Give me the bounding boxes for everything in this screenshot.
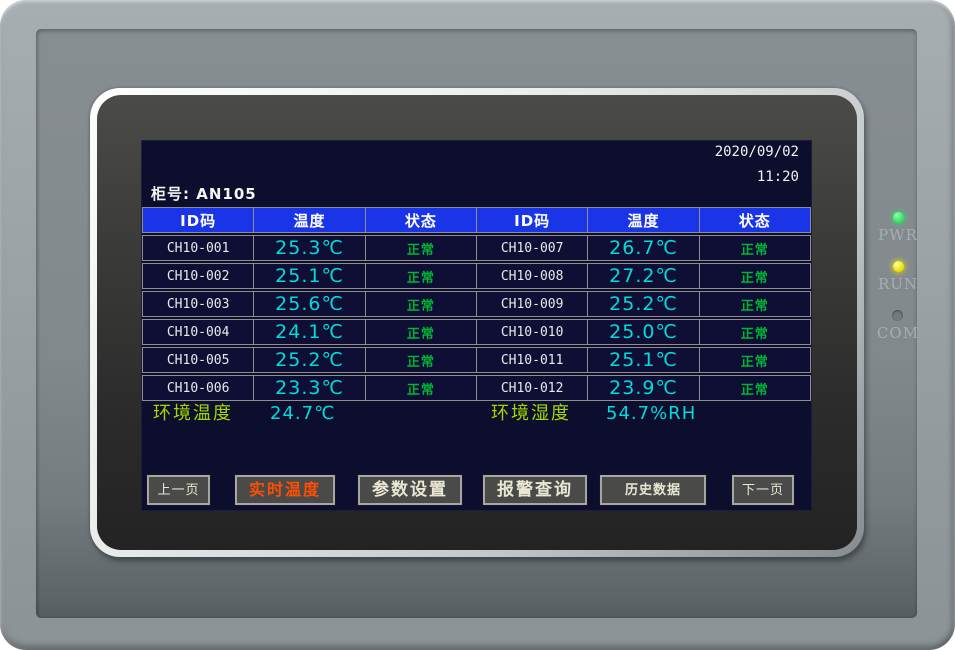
channel-id: CH10-001 xyxy=(143,236,253,260)
status-value: 正常 xyxy=(365,292,476,316)
table-row: CH10-00225.1℃正常CH10-00827.2℃正常 xyxy=(142,263,811,289)
channel-id: CH10-008 xyxy=(476,264,587,288)
led-com-label: COM xyxy=(877,324,919,342)
column-header: 状态 xyxy=(699,208,810,232)
status-value: 正常 xyxy=(699,292,810,316)
temperature-value: 25.0℃ xyxy=(587,320,698,344)
channel-id: CH10-009 xyxy=(476,292,587,316)
status-value: 正常 xyxy=(365,320,476,344)
date-display: 2020/09/02 xyxy=(715,144,799,160)
temperature-value: 25.1℃ xyxy=(587,348,698,372)
led-indicator-column: PWR RUN COM xyxy=(869,212,927,359)
lcd-display: 2020/09/02 11:20 柜号: AN105 ID码温度状态ID码温度状… xyxy=(142,141,811,510)
status-value: 正常 xyxy=(365,264,476,288)
channel-id: CH10-012 xyxy=(476,376,587,400)
channel-id: CH10-011 xyxy=(476,348,587,372)
device-front-panel: 2020/09/02 11:20 柜号: AN105 ID码温度状态ID码温度状… xyxy=(36,29,917,618)
temperature-value: 23.3℃ xyxy=(253,376,364,400)
channel-id: CH10-003 xyxy=(143,292,253,316)
ambient-readings: 环境温度 24.7℃ 环境湿度 54.7%RH xyxy=(142,399,811,429)
channel-id: CH10-005 xyxy=(143,348,253,372)
channel-id: CH10-010 xyxy=(476,320,587,344)
status-value: 正常 xyxy=(365,348,476,372)
status-value: 正常 xyxy=(699,264,810,288)
temperature-value: 23.9℃ xyxy=(587,376,698,400)
pwr-led xyxy=(893,212,904,223)
channel-id: CH10-006 xyxy=(143,376,253,400)
status-value: 正常 xyxy=(365,236,476,260)
cabinet-label: 柜号: AN105 xyxy=(151,183,257,204)
table-row: CH10-00525.2℃正常CH10-01125.1℃正常 xyxy=(142,347,811,373)
temperature-value: 24.1℃ xyxy=(253,320,364,344)
com-led xyxy=(892,310,903,321)
ambient-temp-value: 24.7℃ xyxy=(270,399,335,429)
clock: 2020/09/02 11:20 xyxy=(715,144,799,185)
table-row: CH10-00325.6℃正常CH10-00925.2℃正常 xyxy=(142,291,811,317)
led-pwr-label: PWR xyxy=(878,226,918,244)
channel-id: CH10-004 xyxy=(143,320,253,344)
nav-button-param-settings[interactable]: 参数设置 xyxy=(358,475,462,505)
nav-button-row: 上一页实时温度参数设置报警查询历史数据下一页 xyxy=(142,475,811,506)
ambient-temp-label: 环境温度 xyxy=(153,399,233,429)
channel-id: CH10-002 xyxy=(143,264,253,288)
led-run-group: RUN xyxy=(878,261,918,293)
status-value: 正常 xyxy=(699,348,810,372)
table-header-row: ID码温度状态ID码温度状态 xyxy=(142,207,811,233)
temperature-value: 25.6℃ xyxy=(253,292,364,316)
run-led xyxy=(893,261,904,272)
status-value: 正常 xyxy=(699,320,810,344)
status-value: 正常 xyxy=(699,376,810,400)
table-row: CH10-00125.3℃正常CH10-00726.7℃正常 xyxy=(142,235,811,261)
temperature-value: 26.7℃ xyxy=(587,236,698,260)
ambient-humidity-label: 环境湿度 xyxy=(491,399,571,429)
led-run-label: RUN xyxy=(878,275,918,293)
temperature-value: 25.2℃ xyxy=(253,348,364,372)
ambient-humidity-value: 54.7%RH xyxy=(606,399,696,429)
hmi-panel-device: 2020/09/02 11:20 柜号: AN105 ID码温度状态ID码温度状… xyxy=(0,0,955,650)
nav-button-history-data[interactable]: 历史数据 xyxy=(600,475,706,505)
column-header: 温度 xyxy=(587,208,698,232)
column-header: 温度 xyxy=(253,208,364,232)
screen-glass-surround: 2020/09/02 11:20 柜号: AN105 ID码温度状态ID码温度状… xyxy=(97,95,857,550)
nav-button-next-page[interactable]: 下一页 xyxy=(732,475,794,505)
channel-id: CH10-007 xyxy=(476,236,587,260)
temperature-value: 25.1℃ xyxy=(253,264,364,288)
table-row: CH10-00623.3℃正常CH10-01223.9℃正常 xyxy=(142,375,811,401)
nav-button-realtime-temp[interactable]: 实时温度 xyxy=(235,475,335,505)
temperature-table: ID码温度状态ID码温度状态CH10-00125.3℃正常CH10-00726.… xyxy=(142,207,811,403)
screen-bezel: 2020/09/02 11:20 柜号: AN105 ID码温度状态ID码温度状… xyxy=(90,88,864,557)
nav-button-prev-page[interactable]: 上一页 xyxy=(147,475,210,505)
column-header: 状态 xyxy=(365,208,476,232)
status-value: 正常 xyxy=(699,236,810,260)
column-header: ID码 xyxy=(143,208,253,232)
column-header: ID码 xyxy=(476,208,587,232)
time-display: 11:20 xyxy=(715,169,799,185)
led-com-group: COM xyxy=(877,310,919,342)
led-pwr-group: PWR xyxy=(878,212,918,244)
temperature-value: 25.3℃ xyxy=(253,236,364,260)
nav-button-alarm-query[interactable]: 报警查询 xyxy=(483,475,587,505)
temperature-value: 25.2℃ xyxy=(587,292,698,316)
status-value: 正常 xyxy=(365,376,476,400)
temperature-value: 27.2℃ xyxy=(587,264,698,288)
table-row: CH10-00424.1℃正常CH10-01025.0℃正常 xyxy=(142,319,811,345)
